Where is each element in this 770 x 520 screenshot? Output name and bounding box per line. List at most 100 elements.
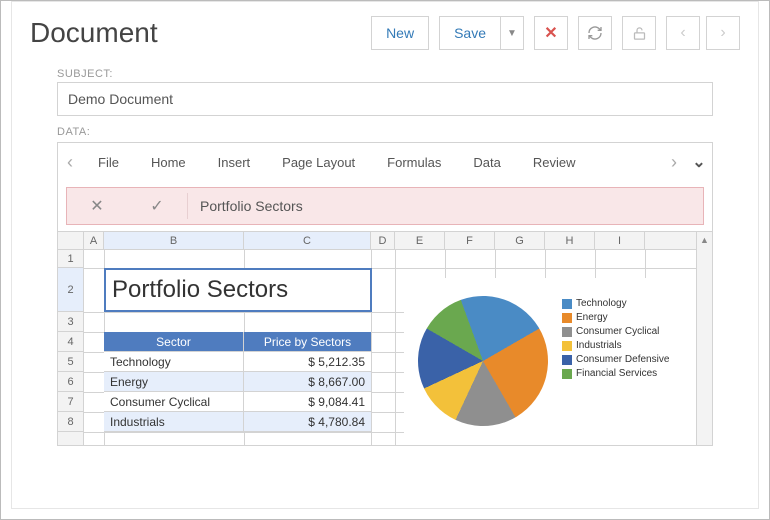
active-cell-title[interactable]: Portfolio Sectors [104,268,372,312]
table-cell-sector[interactable]: Consumer Cyclical [104,392,244,412]
delete-button[interactable]: ✕ [534,16,568,50]
data-label: DATA: [57,126,713,138]
row-header[interactable]: 5 [58,352,83,372]
row-headers-col: 1 2 3 4 5 6 7 8 [58,250,84,445]
legend-item: Energy [562,312,669,323]
table-cell-sector[interactable]: Industrials [104,412,244,432]
grid-body[interactable]: Portfolio Sectors Sector Price by Sector… [84,250,696,445]
col-header[interactable]: F [445,232,495,249]
table-cell-price[interactable]: $ 5,212.35 [244,352,372,372]
table-header-price[interactable]: Price by Sectors [244,332,372,352]
scroll-up-arrow-icon[interactable]: ▲ [697,232,712,248]
ribbon-scroll-right[interactable]: › [662,152,686,173]
cell-value: Portfolio Sectors [112,276,288,304]
table-cell-sector[interactable]: Technology [104,352,244,372]
pie-chart-graphic [400,278,567,445]
col-header[interactable]: B [104,232,244,249]
table-cell-sector[interactable]: Energy [104,372,244,392]
caret-down-icon: ▼ [507,28,517,39]
ribbon-scroll-left[interactable]: ‹ [58,152,82,173]
chevron-right-icon: › [671,152,677,173]
chevron-left-icon: ‹ [67,152,73,173]
row-header[interactable]: 2 [58,268,83,312]
col-header[interactable]: G [495,232,545,249]
spreadsheet-container: ‹ File Home Insert Page Layout Formulas … [57,142,713,446]
chevron-left-icon: ‹ [680,24,685,42]
subject-input[interactable] [57,82,713,116]
check-icon: ✓ [150,196,163,216]
tab-formulas[interactable]: Formulas [371,155,457,170]
col-header[interactable]: D [371,232,395,249]
col-header[interactable]: H [545,232,595,249]
row-header[interactable]: 4 [58,332,83,352]
ribbon-tabs: File Home Insert Page Layout Formulas Da… [82,155,662,170]
vertical-scrollbar[interactable]: ▲ [696,232,712,445]
ribbon-collapse[interactable]: ⌄ [686,152,712,172]
save-button-group: Save ▼ [439,16,524,50]
legend-label: Energy [576,312,608,323]
chevron-right-icon: › [720,24,725,42]
tab-file[interactable]: File [82,155,135,170]
swatch-icon [562,299,572,309]
legend-label: Technology [576,298,627,309]
unlock-icon [632,26,647,41]
table-cell-price[interactable]: $ 8,667.00 [244,372,372,392]
tab-data[interactable]: Data [457,155,516,170]
save-dropdown-toggle[interactable]: ▼ [500,16,524,50]
column-headers-row: A B C D E F G H I [58,232,696,250]
refresh-icon [587,25,603,41]
table-cell-price[interactable]: $ 4,780.84 [244,412,372,432]
swatch-icon [562,313,572,323]
tab-page-layout[interactable]: Page Layout [266,155,371,170]
formula-cancel-button[interactable]: ✕ [67,196,127,216]
row-header[interactable]: 6 [58,372,83,392]
tab-home[interactable]: Home [135,155,202,170]
legend-label: Consumer Cyclical [576,326,659,337]
table-header-sector[interactable]: Sector [104,332,244,352]
subject-label: SUBJECT: [57,68,713,80]
unlock-button[interactable] [622,16,656,50]
refresh-button[interactable] [578,16,612,50]
select-all-corner[interactable] [58,232,84,249]
next-button[interactable]: › [706,16,740,50]
swatch-icon [562,327,572,337]
header-bar: Document New Save ▼ ✕ [12,2,758,58]
nav-buttons: ‹ › [666,16,740,50]
row-header[interactable]: 1 [58,250,83,268]
legend-label: Industrials [576,340,622,351]
close-icon: ✕ [544,23,557,43]
legend-item: Consumer Cyclical [562,326,669,337]
swatch-icon [562,341,572,351]
legend-item: Consumer Defensive [562,354,669,365]
table-cell-price[interactable]: $ 9,084.41 [244,392,372,412]
legend-item: Technology [562,298,669,309]
tab-insert[interactable]: Insert [202,155,267,170]
swatch-icon [562,355,572,365]
grid[interactable]: A B C D E F G H I 1 2 3 [58,231,712,445]
col-header[interactable]: C [244,232,371,249]
col-header[interactable]: I [595,232,645,249]
form-area: SUBJECT: DATA: ‹ File Home Insert Page L… [12,58,758,446]
col-header[interactable]: E [395,232,445,249]
chevron-down-icon: ⌄ [692,152,705,172]
swatch-icon [562,369,572,379]
legend-item: Financial Services [562,368,669,379]
app-inner: Document New Save ▼ ✕ [11,1,759,509]
formula-input[interactable] [187,193,703,219]
pie-chart[interactable]: Technology Energy Consumer Cyclical Indu… [404,278,696,445]
legend-label: Consumer Defensive [576,354,669,365]
prev-button[interactable]: ‹ [666,16,700,50]
save-button[interactable]: Save [439,16,500,50]
formula-accept-button[interactable]: ✓ [127,196,187,216]
row-header[interactable]: 7 [58,392,83,412]
row-header[interactable]: 3 [58,312,83,332]
page-title: Document [30,17,158,49]
legend-label: Financial Services [576,368,657,379]
row-header[interactable]: 8 [58,412,83,432]
formula-bar: ✕ ✓ [66,187,704,225]
chart-legend: Technology Energy Consumer Cyclical Indu… [562,298,669,382]
tab-review[interactable]: Review [517,155,592,170]
ribbon: ‹ File Home Insert Page Layout Formulas … [58,143,712,181]
new-button[interactable]: New [371,16,429,50]
col-header[interactable]: A [84,232,104,249]
